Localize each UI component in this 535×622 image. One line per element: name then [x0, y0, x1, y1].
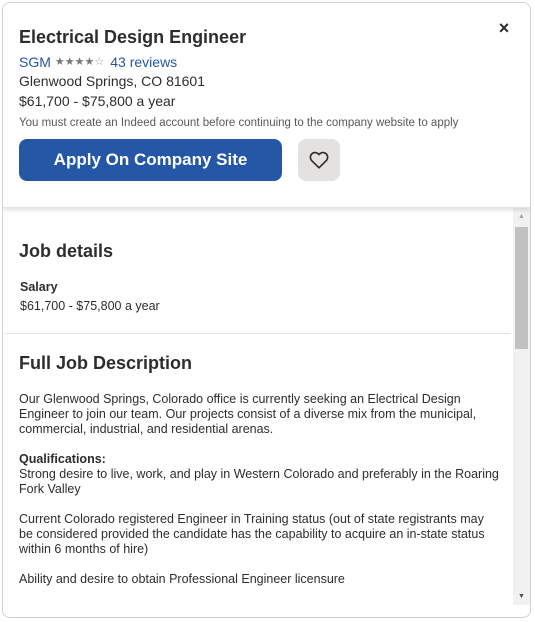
- apply-button[interactable]: Apply On Company Site: [19, 139, 282, 181]
- star-empty-icon: ☆: [94, 55, 105, 68]
- heart-icon: [309, 151, 329, 169]
- job-header: Electrical Design Engineer × SGM ★ ★ ★ ★…: [3, 3, 530, 208]
- job-location: Glenwood Springs, CO 81601: [19, 73, 205, 89]
- qualification-item: Current Colorado registered Engineer in …: [19, 512, 485, 556]
- qualification-item: Strong desire to live, work, and play in…: [19, 467, 499, 496]
- job-salary: $61,700 - $75,800 a year: [19, 93, 176, 109]
- close-icon[interactable]: ×: [494, 18, 514, 38]
- description-intro: Our Glenwood Springs, Colorado office is…: [19, 392, 477, 436]
- star-full-icon: ★: [74, 55, 85, 68]
- rating-stars: ★ ★ ★ ★ ☆: [54, 55, 105, 68]
- job-details-heading: Job details: [19, 241, 114, 261]
- save-job-button[interactable]: [298, 139, 340, 181]
- job-detail-card: Electrical Design Engineer × SGM ★ ★ ★ ★…: [2, 2, 531, 618]
- reviews-link[interactable]: 43 reviews: [110, 54, 177, 70]
- company-row: SGM ★ ★ ★ ★ ☆ 43 reviews: [19, 53, 177, 71]
- star-full-icon: ★: [54, 55, 65, 68]
- full-description-heading: Full Job Description: [19, 353, 193, 373]
- divider: [5, 333, 511, 334]
- scrollbar[interactable]: ▲ ▼: [513, 208, 530, 605]
- account-notice: You must create an Indeed account before…: [19, 117, 459, 129]
- qualifications-heading: Qualifications:: [19, 452, 106, 466]
- scroll-up-arrow-icon[interactable]: ▲: [513, 208, 530, 225]
- qualifications-block: Qualifications: Strong desire to live, w…: [19, 452, 499, 497]
- job-description-text: Our Glenwood Springs, Colorado office is…: [19, 392, 499, 602]
- company-link[interactable]: SGM: [19, 54, 51, 70]
- qualification-item: Ability and desire to obtain Professiona…: [19, 572, 345, 586]
- salary-label: Salary: [20, 280, 58, 294]
- scrollbar-thumb[interactable]: [515, 227, 528, 349]
- scroll-down-arrow-icon[interactable]: ▼: [513, 588, 530, 605]
- salary-value: $61,700 - $75,800 a year: [20, 299, 160, 313]
- star-half-icon: ★: [84, 55, 95, 68]
- star-full-icon: ★: [64, 55, 75, 68]
- job-description-pane[interactable]: Job details Salary $61,700 - $75,800 a y…: [3, 208, 513, 608]
- job-title: Electrical Design Engineer: [19, 27, 247, 47]
